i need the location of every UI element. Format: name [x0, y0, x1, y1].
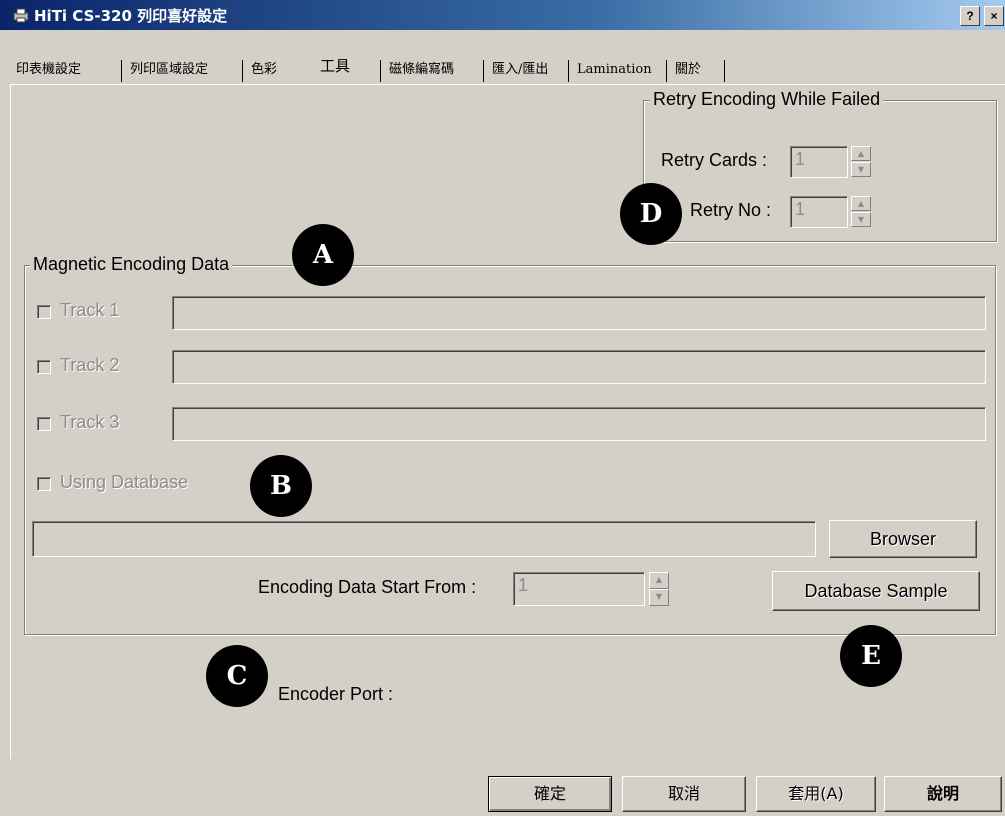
- track1-field[interactable]: [172, 296, 986, 330]
- track3-field[interactable]: [172, 407, 986, 441]
- spin-down-icon[interactable]: ▼: [649, 589, 669, 606]
- close-title-button[interactable]: ×: [984, 6, 1004, 26]
- apply-button[interactable]: 套用(A): [756, 776, 876, 812]
- track2-field[interactable]: [172, 350, 986, 384]
- tab-import-export[interactable]: 匯入/匯出: [486, 56, 554, 84]
- track3-label: Track 3: [60, 412, 120, 432]
- window-title: HiTi CS-320 列印喜好設定: [34, 7, 228, 25]
- tab-magstripe[interactable]: 磁條編寫碼: [383, 56, 460, 84]
- spin-up-icon[interactable]: ▲: [851, 146, 871, 161]
- help-title-button[interactable]: ?: [960, 6, 980, 26]
- retry-cards-label: Retry Cards :: [661, 150, 768, 170]
- tab-print-area[interactable]: 列印區域設定: [124, 56, 214, 84]
- encoder-port-label: Encoder Port :: [278, 684, 394, 704]
- magnetic-group-legend: Magnetic Encoding Data: [30, 254, 233, 275]
- start-from-value: 1: [518, 575, 529, 595]
- start-from-spinner[interactable]: ▲ ▼: [649, 572, 669, 606]
- callout-e: E: [840, 625, 902, 687]
- using-database-label: Using Database: [60, 472, 189, 492]
- help-button[interactable]: 說明: [884, 776, 1002, 812]
- start-from-label: Encoding Data Start From :: [258, 577, 477, 597]
- spin-up-icon[interactable]: ▲: [851, 196, 871, 211]
- retry-no-value: 1: [795, 199, 806, 219]
- printer-icon: [13, 8, 29, 23]
- ok-button[interactable]: 確定: [488, 776, 612, 812]
- track3-checkbox[interactable]: [37, 417, 51, 431]
- database-path-field[interactable]: [32, 521, 816, 557]
- callout-a: A: [292, 224, 354, 286]
- track2-label: Track 2: [60, 355, 120, 375]
- retry-cards-field[interactable]: 1: [790, 146, 848, 178]
- spin-down-icon[interactable]: ▼: [851, 212, 871, 227]
- track1-checkbox[interactable]: [37, 305, 51, 319]
- callout-b: B: [250, 455, 312, 517]
- retry-cards-value: 1: [795, 149, 806, 169]
- tab-color[interactable]: 色彩: [245, 56, 283, 84]
- tab-lamination[interactable]: Lamination: [571, 56, 658, 84]
- spin-up-icon[interactable]: ▲: [649, 572, 669, 589]
- callout-c: C: [206, 645, 268, 707]
- track2-checkbox[interactable]: [37, 360, 51, 374]
- database-sample-button[interactable]: Database Sample: [772, 571, 980, 611]
- start-from-field[interactable]: 1: [513, 572, 645, 606]
- using-database-checkbox[interactable]: [37, 477, 51, 491]
- retry-no-spinner[interactable]: ▲ ▼: [851, 196, 871, 228]
- tab-about[interactable]: 關於: [669, 56, 707, 84]
- retry-no-field[interactable]: 1: [790, 196, 848, 228]
- retry-no-label: Retry No :: [690, 200, 772, 220]
- retry-group-legend: Retry Encoding While Failed: [650, 89, 884, 110]
- retry-cards-spinner[interactable]: ▲ ▼: [851, 146, 871, 178]
- browser-button[interactable]: Browser: [829, 520, 977, 558]
- track1-label: Track 1: [60, 300, 120, 320]
- cancel-button[interactable]: 取消: [622, 776, 746, 812]
- tab-tools[interactable]: 工具: [314, 52, 356, 80]
- tab-printer-settings[interactable]: 印表機設定: [10, 56, 87, 84]
- callout-d: D: [620, 183, 682, 245]
- tab-separator: [724, 60, 727, 82]
- spin-down-icon[interactable]: ▼: [851, 162, 871, 177]
